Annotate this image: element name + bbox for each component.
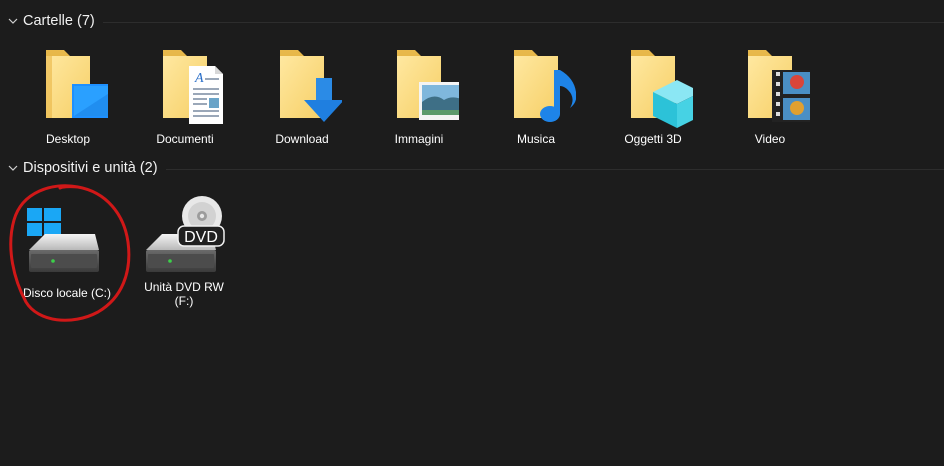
folder-label: Download	[275, 132, 329, 146]
folder-label: Documenti	[156, 132, 214, 146]
group-title: Dispositivi e unità (2)	[23, 160, 158, 176]
chevron-down-icon[interactable]	[6, 161, 20, 175]
folder-download-icon	[262, 40, 342, 128]
folder-item-documenti[interactable]: A Documenti	[135, 40, 235, 146]
folder-item-oggetti-3d[interactable]: Oggetti 3D	[603, 40, 703, 146]
folder-item-desktop[interactable]: Desktop	[18, 40, 118, 146]
folder-label: Immagini	[394, 132, 444, 146]
svg-text:A: A	[194, 71, 204, 86]
annotation-circle	[9, 184, 131, 322]
folder-label: Video	[754, 132, 786, 146]
folder-3d-objects-icon	[613, 40, 693, 128]
group-title: Cartelle (7)	[23, 13, 95, 29]
folder-videos-icon	[730, 40, 810, 128]
folder-item-download[interactable]: Download	[252, 40, 352, 146]
dvd-badge: DVD	[184, 229, 218, 246]
folder-documents-icon: A	[145, 40, 225, 128]
folder-label: Oggetti 3D	[624, 132, 682, 146]
chevron-down-icon[interactable]	[6, 14, 20, 28]
group-divider	[165, 168, 944, 170]
folder-desktop-icon	[28, 40, 108, 128]
folder-label: Desktop	[45, 132, 91, 146]
folder-item-video[interactable]: Video	[720, 40, 820, 146]
group-divider	[102, 21, 944, 23]
folder-item-musica[interactable]: Musica	[486, 40, 586, 146]
folder-item-immagini[interactable]: Immagini	[369, 40, 469, 146]
dvd-drive-icon: DVD	[136, 196, 232, 276]
group-header-devices[interactable]: Dispositivi e unità (2)	[0, 156, 944, 180]
group-header-folders[interactable]: Cartelle (7)	[0, 9, 944, 33]
folder-pictures-icon	[379, 40, 459, 128]
folder-label: Musica	[516, 132, 555, 146]
folder-music-icon	[496, 40, 576, 128]
drive-label: Unità DVD RW (F:)	[144, 280, 224, 308]
